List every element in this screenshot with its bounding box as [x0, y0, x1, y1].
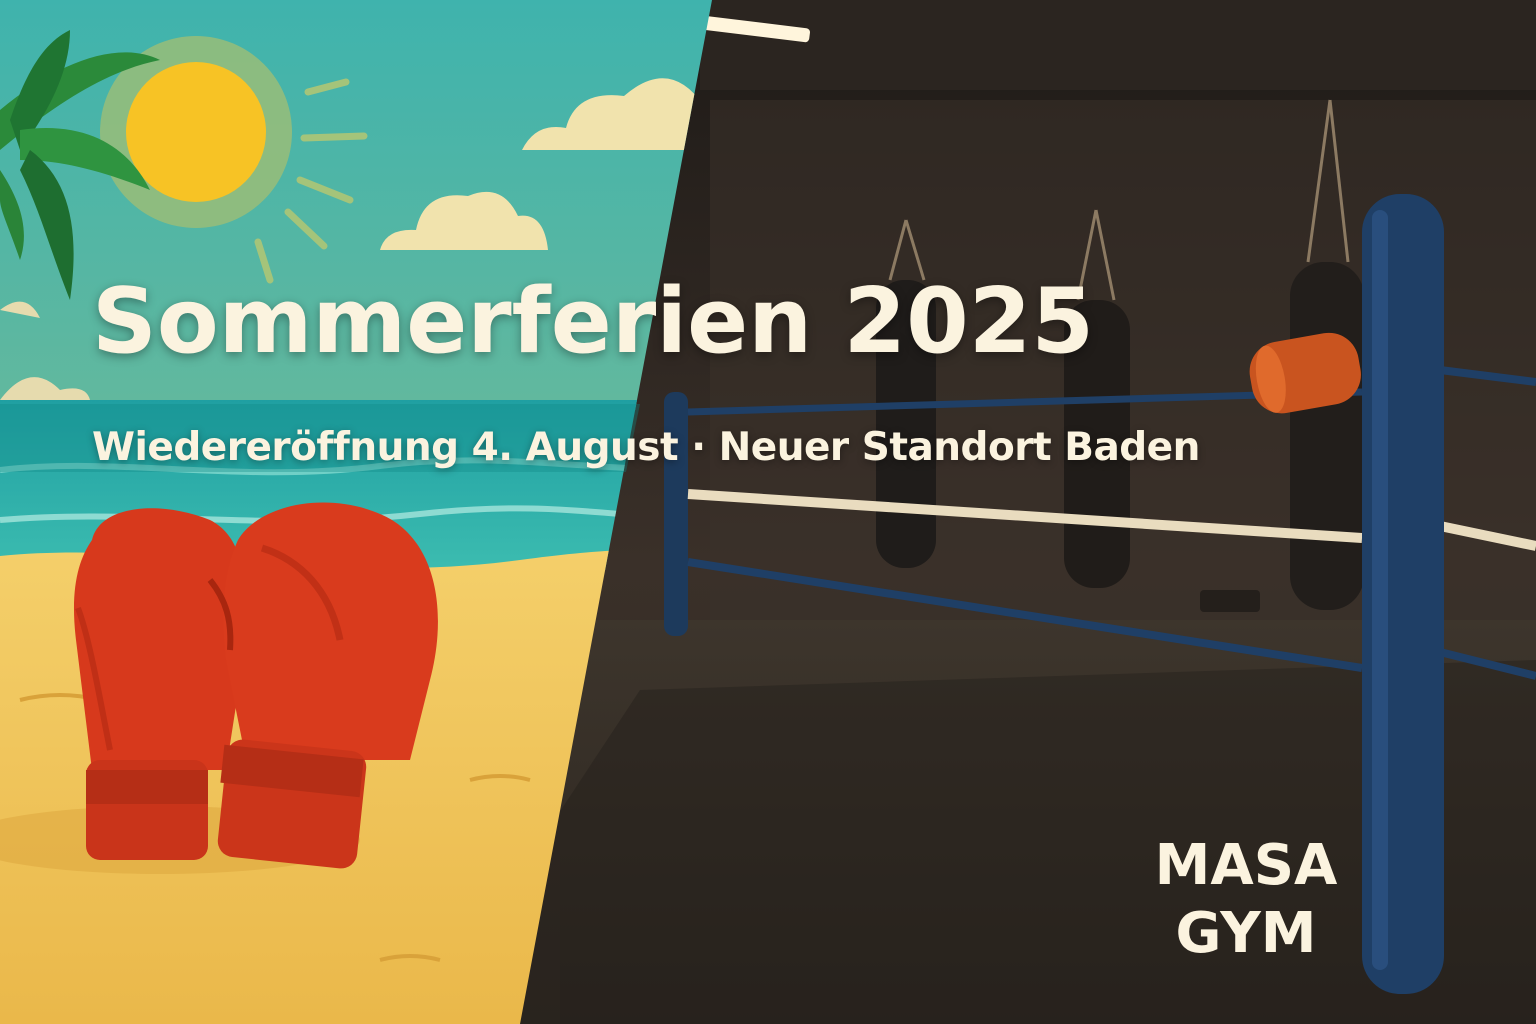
gym-logo: MASA GYM — [1146, 832, 1346, 968]
headline: Sommerferien 2025 — [92, 269, 1094, 374]
summer-break-banner: Sommerferien 2025 Wiedereröffnung 4. Aug… — [0, 0, 1536, 1024]
reopening-subline: Wiedereröffnung 4. August · Neuer Stando… — [92, 425, 1200, 470]
brand-line-1: MASA — [1154, 833, 1338, 898]
brand-line-2: GYM — [1175, 901, 1317, 966]
